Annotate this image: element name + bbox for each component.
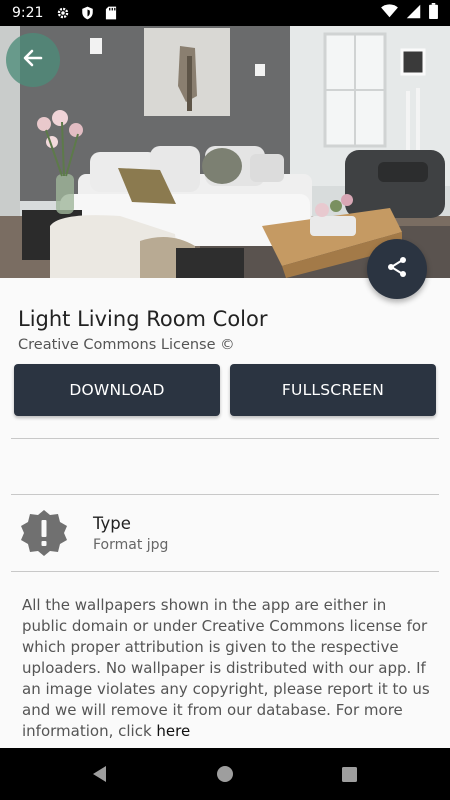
status-right-icons xyxy=(381,3,438,23)
type-value: Format jpg xyxy=(93,537,169,553)
divider xyxy=(11,438,439,439)
status-bar: 9:21 xyxy=(0,0,450,26)
divider xyxy=(11,494,439,495)
alert-badge-icon xyxy=(19,508,69,558)
wallpaper-title: Light Living Room Color xyxy=(18,307,268,331)
recents-square-icon[interactable] xyxy=(337,762,361,786)
status-time: 9:21 xyxy=(12,5,44,21)
sd-card-icon xyxy=(103,5,119,21)
license-text: Creative Commons License © xyxy=(18,337,235,353)
disclaimer-body: All the wallpapers shown in the app are … xyxy=(22,596,430,740)
back-triangle-icon[interactable] xyxy=(88,762,112,786)
system-navigation-bar xyxy=(0,748,450,800)
disclaimer-text: All the wallpapers shown in the app are … xyxy=(22,595,432,742)
wallpaper-preview-image[interactable] xyxy=(0,26,450,278)
home-circle-icon[interactable] xyxy=(213,762,237,786)
share-button[interactable] xyxy=(367,239,427,299)
share-icon xyxy=(385,255,409,283)
fullscreen-button[interactable]: FULLSCREEN xyxy=(230,364,436,416)
divider xyxy=(11,571,439,572)
download-button[interactable]: DOWNLOAD xyxy=(14,364,220,416)
battery-icon xyxy=(429,3,438,23)
wallpaper-detail-screen: 9:21 Light Living Room Color Creative Co… xyxy=(0,0,450,800)
type-label: Type xyxy=(93,514,131,533)
signal-icon xyxy=(406,4,421,23)
settings-icon xyxy=(55,5,71,21)
wifi-icon xyxy=(381,4,398,22)
more-info-link[interactable]: here xyxy=(156,722,190,740)
arrow-left-icon xyxy=(21,46,45,74)
shield-icon xyxy=(79,5,95,21)
back-button[interactable] xyxy=(6,33,60,87)
